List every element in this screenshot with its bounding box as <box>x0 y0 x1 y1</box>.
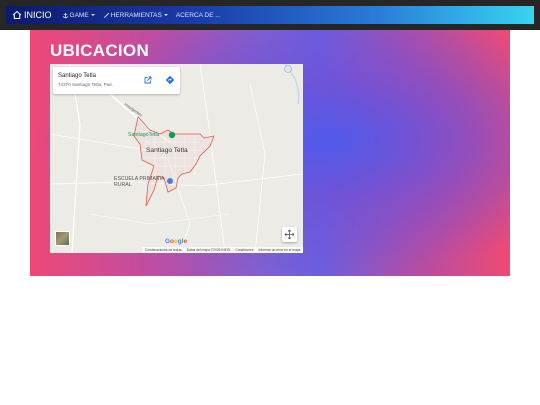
place-name: Santiago Tetla <box>58 73 96 79</box>
nav-acerca[interactable]: ACERCA DE ... <box>172 6 225 24</box>
fullscreen-button[interactable] <box>282 227 297 242</box>
wrench-icon <box>103 12 109 18</box>
attrib-shortcuts-link[interactable]: Combinaciones de teclas <box>142 248 184 252</box>
chevron-down-icon <box>163 14 168 16</box>
location-section: UBICACION Santiago Tetla 74370 Santiago … <box>30 30 510 276</box>
place-info-card: Santiago Tetla 74370 Santiago Tetla, Pue… <box>53 67 180 94</box>
map-attribution: Combinaciones de teclas Datos del mapa ©… <box>142 247 303 253</box>
nav-game-label: GAME <box>69 11 89 19</box>
home-link[interactable]: INICIO <box>6 6 58 24</box>
satellite-toggle-button[interactable] <box>55 231 70 246</box>
nav-acerca-label: ACERCA DE ... <box>175 11 221 19</box>
anchor-icon <box>62 12 68 18</box>
directions-icon[interactable] <box>165 75 175 85</box>
town-label: Santiago Tetla <box>146 147 188 154</box>
poi-label-school: ESCUELA PRIMARIA RURAL <box>114 176 165 188</box>
top-bar: INICIO GAME HERRAMIENTAS ACERCA DE ... <box>0 0 540 30</box>
home-icon <box>12 10 22 19</box>
embedded-map[interactable]: Santiago Tetla 74370 Santiago Tetla, Pue… <box>50 64 303 253</box>
navbar: INICIO GAME HERRAMIENTAS ACERCA DE ... <box>6 6 534 24</box>
attrib-data-text: Datos del mapa ©2026 INEGI <box>186 248 231 252</box>
poi-label-green: SantiagoTetla <box>128 132 160 138</box>
brand-label: INICIO <box>24 10 52 20</box>
chevron-down-icon <box>90 14 95 16</box>
attrib-terms-link[interactable]: Condiciones <box>233 248 256 252</box>
open-in-maps-icon[interactable] <box>143 75 153 85</box>
nav-game[interactable]: GAME <box>58 6 99 24</box>
fullscreen-icon <box>284 229 295 240</box>
google-logo: Google <box>165 238 188 245</box>
place-address: 74370 Santiago Tetla, Pue. <box>58 82 114 87</box>
section-title: UBICACION <box>50 41 150 60</box>
attrib-report-link[interactable]: Informar un error en el mapa <box>256 248 303 252</box>
nav-herramientas-label: HERRAMIENTAS <box>110 11 162 19</box>
nav-herramientas[interactable]: HERRAMIENTAS <box>99 6 172 24</box>
